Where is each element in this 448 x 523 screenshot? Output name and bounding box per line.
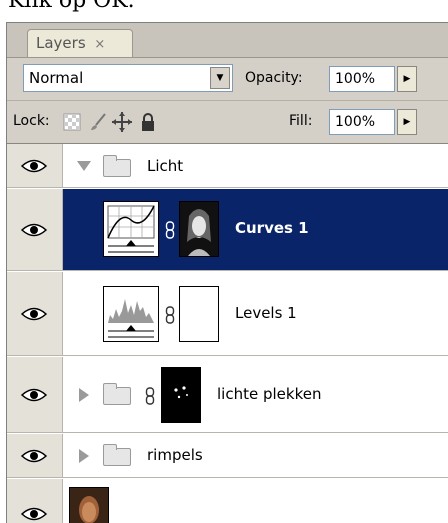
levels-adjustment-icon [103, 286, 159, 342]
layer-row-levels[interactable]: Levels 1 [7, 272, 448, 356]
eye-icon[interactable] [21, 449, 47, 463]
fill-input[interactable]: 100% [329, 109, 395, 135]
eye-icon[interactable] [21, 223, 47, 237]
link-icon[interactable] [165, 221, 175, 239]
folder-icon [103, 444, 131, 466]
blend-mode-value: Normal [29, 69, 84, 87]
layer-name[interactable]: Licht [147, 157, 183, 175]
layer-row-partial[interactable] [7, 479, 448, 523]
layer-row-rimpels[interactable]: rimpels [7, 434, 448, 478]
lock-fill-row: Lock: Fill: 100% ▶ [7, 101, 448, 144]
visibility-column [7, 144, 63, 187]
close-icon[interactable]: × [94, 37, 105, 52]
link-icon[interactable] [165, 306, 175, 324]
move-icon[interactable] [111, 111, 133, 133]
folder-icon [103, 383, 131, 405]
visibility-column [7, 189, 63, 270]
panel-tabbar: Layers × [7, 23, 448, 58]
chevron-down-icon[interactable]: ▼ [210, 67, 230, 89]
photo-thumbnail [69, 487, 109, 523]
curves-adjustment-icon [103, 201, 159, 257]
eye-icon[interactable] [21, 507, 47, 521]
lock-transparency-icon[interactable] [61, 111, 83, 133]
mask-thumbnail [161, 367, 201, 423]
tab-layers[interactable]: Layers × [27, 29, 133, 57]
visibility-column [7, 272, 63, 355]
layers-panel: Layers × Normal ▼ Opacity: 100% ▶ Lock: [6, 22, 448, 523]
eye-icon[interactable] [21, 388, 47, 402]
fill-label: Fill: [289, 113, 313, 129]
layer-row-lichte-plekken[interactable]: lichte plekken [7, 357, 448, 433]
layer-row-curves[interactable]: Curves 1 [7, 189, 448, 271]
layer-name[interactable]: lichte plekken [217, 385, 321, 403]
brush-icon[interactable] [87, 111, 109, 133]
folder-icon [103, 155, 131, 177]
link-icon[interactable] [145, 387, 155, 405]
eye-icon[interactable] [21, 159, 47, 173]
visibility-column [7, 357, 63, 432]
tab-layers-label: Layers [36, 34, 86, 52]
blend-mode-select[interactable]: Normal ▼ [23, 64, 233, 92]
mask-thumbnail [179, 201, 219, 257]
opacity-input[interactable]: 100% [329, 66, 395, 92]
mask-thumbnail [179, 286, 219, 342]
fill-slider-button[interactable]: ▶ [397, 109, 417, 135]
lock-icon[interactable] [137, 111, 159, 133]
layer-name[interactable]: Curves 1 [235, 219, 309, 237]
expand-triangle-icon[interactable] [77, 161, 91, 171]
instruction-caption: Klik op OK. [8, 0, 135, 13]
collapse-triangle-icon[interactable] [79, 449, 89, 463]
collapse-triangle-icon[interactable] [79, 388, 89, 402]
layers-list: Licht Curves 1 Levels 1 lichte plekken r… [7, 144, 448, 523]
blend-opacity-row: Normal ▼ Opacity: 100% ▶ [7, 58, 448, 101]
visibility-column [7, 434, 63, 477]
visibility-column [7, 479, 63, 523]
opacity-label: Opacity: [245, 70, 303, 86]
opacity-slider-button[interactable]: ▶ [397, 66, 417, 92]
layer-name[interactable]: Levels 1 [235, 304, 297, 322]
layer-row-licht[interactable]: Licht [7, 144, 448, 188]
eye-icon[interactable] [21, 307, 47, 321]
layer-name[interactable]: rimpels [147, 446, 203, 464]
lock-label: Lock: [13, 113, 50, 129]
